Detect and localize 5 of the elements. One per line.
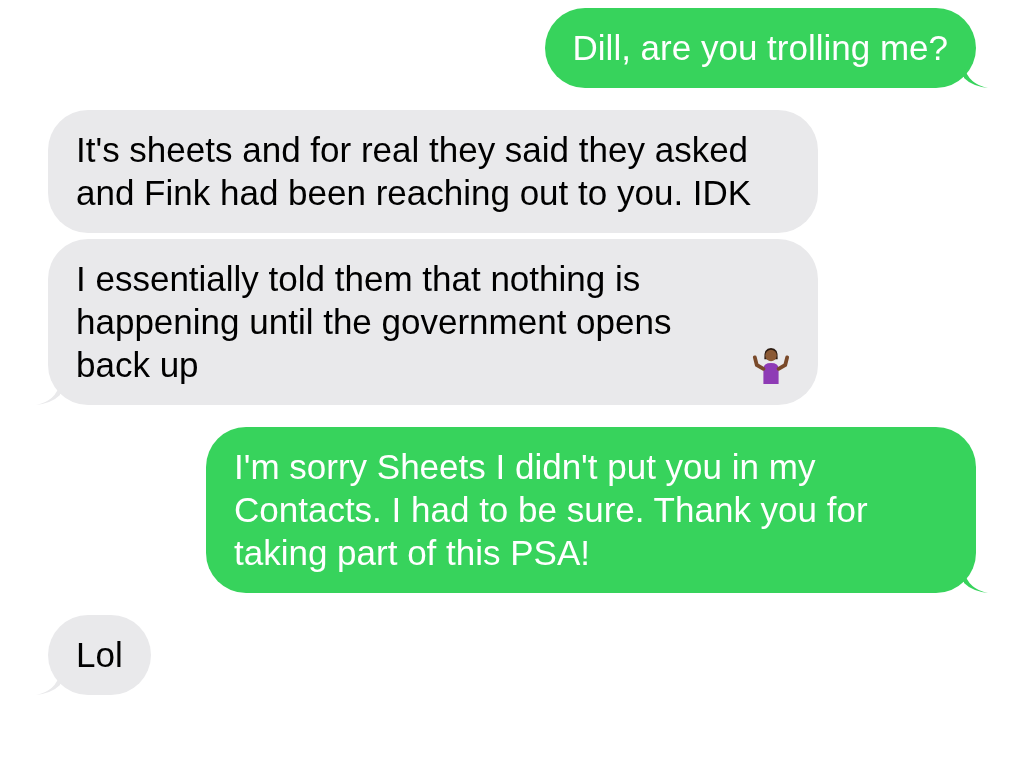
message-text: I'm sorry Sheets I didn't put you in my Contacts. I had to be sure. Thank you for taking part of this PSA!: [234, 446, 869, 574]
message-text: I essentially told them that nothing is happening until the government opens back up: [76, 258, 673, 386]
message-text: Dill, are you trolling me?: [572, 27, 948, 69]
message-text: It's sheets and for real they said they asked and Fink had been reaching out to you. IDK: [76, 129, 753, 214]
message-text: Lol: [76, 634, 123, 676]
